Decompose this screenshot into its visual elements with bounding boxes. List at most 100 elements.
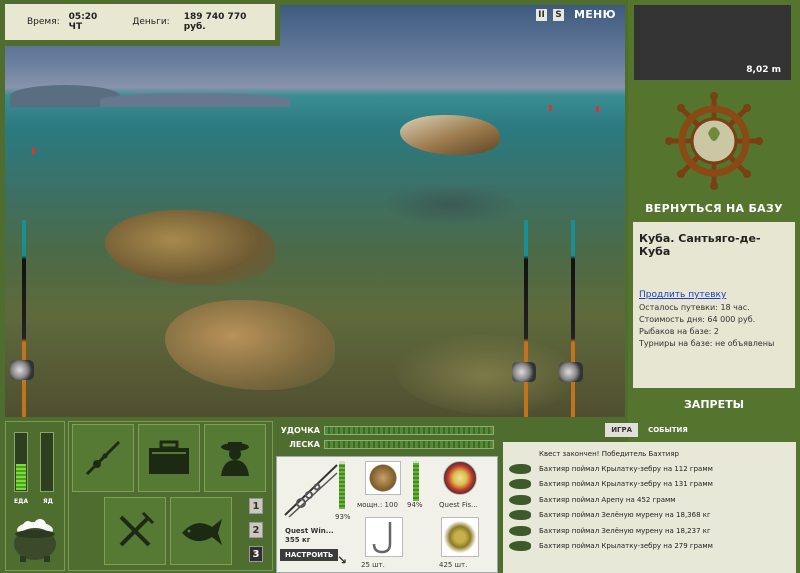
line-tension-bar xyxy=(324,439,494,449)
line-name: Quest Fis... xyxy=(439,501,478,509)
hooks-count: 25 шт. xyxy=(361,561,385,569)
events-panel: ИГРА СОБЫТИЯ Квест закончен! Победитель … xyxy=(503,420,796,573)
list-item: Бахтияр поймал Зелёную мурену на 18,368 … xyxy=(509,508,790,524)
extend-permit-link[interactable]: Продлить путевку xyxy=(639,290,789,300)
rod-label: УДОЧКА xyxy=(280,425,320,435)
rod-icon xyxy=(85,440,121,476)
list-item: Бахтияр поймал Крылатку-зебру на 279 гра… xyxy=(509,539,790,555)
location-title: Куба. Сантьяго-де-Куба xyxy=(639,232,761,258)
info-line: Рыбаков на базе: 2 xyxy=(639,327,719,336)
time-label: Время: xyxy=(27,17,60,27)
events-list: Квест закончен! Победитель Бахтияр Бахти… xyxy=(503,442,796,573)
depth-display: 8,02 m xyxy=(634,5,791,80)
reel-percent: 94% xyxy=(407,501,423,509)
info-line: Осталось путевки: 18 час. xyxy=(639,303,750,312)
tab-events[interactable]: СОБЫТИЯ xyxy=(642,423,694,437)
reel-power: мощн.: 100 xyxy=(357,501,398,509)
pause-button[interactable]: II xyxy=(536,8,547,21)
underwater-rock xyxy=(395,335,575,415)
underwater-rock xyxy=(105,210,275,285)
tackle-box-button[interactable] xyxy=(138,424,200,492)
tackle-slots: 93% Quest Win... 355 кг ↘ НАСТРОИТЬ мощн… xyxy=(276,456,498,573)
underwater-rock xyxy=(165,300,335,390)
fisherman-icon xyxy=(221,442,249,476)
bait-slot[interactable]: 425 шт. xyxy=(429,515,497,571)
fish-icon xyxy=(509,463,531,474)
food-bar-fill xyxy=(16,463,26,490)
reel-slot[interactable]: мощн.: 100 94% xyxy=(355,459,425,511)
menu-button[interactable]: МЕНЮ xyxy=(574,8,616,21)
fish-catch-button[interactable] xyxy=(170,497,232,565)
rod-number-3[interactable]: 3 xyxy=(249,546,263,562)
fishing-rod-3[interactable] xyxy=(571,220,575,417)
fishing-rod-2[interactable] xyxy=(524,220,528,417)
ship-wheel-graphic xyxy=(665,92,763,190)
reel-icon xyxy=(10,360,34,380)
line-spool-icon xyxy=(443,461,477,495)
poison-bar xyxy=(40,432,54,492)
ship-wheel-icon[interactable] xyxy=(628,86,800,196)
reel-slot-icon xyxy=(365,461,401,495)
cauldron-icon[interactable] xyxy=(10,514,60,564)
bait-icon xyxy=(441,517,479,557)
list-item: Бахтияр поймал Крылатку-зебру на 112 гра… xyxy=(509,461,790,477)
tab-game[interactable]: ИГРА xyxy=(605,423,639,437)
rod-weight: 355 кг xyxy=(285,536,311,544)
rod-slot-icon xyxy=(284,464,338,518)
hook-slot[interactable]: 25 шт. xyxy=(355,515,425,571)
rock-island xyxy=(400,115,500,155)
line-slot[interactable]: Quest Fis... xyxy=(429,459,497,511)
bait-count: 425 шт. xyxy=(439,561,468,569)
buoy-float[interactable] xyxy=(32,148,35,154)
list-item: Бахтияр поймал Крылатку-зебру на 131 гра… xyxy=(509,477,790,493)
buoy-float[interactable] xyxy=(549,105,552,111)
reel-icon xyxy=(559,362,583,382)
rod-name: Quest Win... xyxy=(285,527,334,535)
list-item: Бахтияр поймал Арепу на 452 грамм xyxy=(509,492,790,508)
top-controls: II S МЕНЮ xyxy=(536,8,616,21)
money-label: Деньги: xyxy=(132,17,170,27)
location-info: Куба. Сантьяго-де-Куба Продлить путевку … xyxy=(633,222,795,388)
money-value: 189 740 770 руб. xyxy=(183,12,247,32)
rod-number-1[interactable]: 1 xyxy=(249,498,263,514)
sound-button[interactable]: S xyxy=(553,8,564,21)
return-to-base-button[interactable]: ВЕРНУТЬСЯ НА БАЗУ xyxy=(628,202,800,215)
rod-condition-bar xyxy=(339,461,345,509)
fish-icon xyxy=(509,510,531,521)
reel-icon xyxy=(512,362,536,382)
rod-tension-bar xyxy=(324,425,494,435)
top-hud: Время: 05:20 ЧТ Деньги: 189 740 770 руб. xyxy=(0,0,280,46)
events-tabs: ИГРА СОБЫТИЯ xyxy=(503,420,796,440)
quest-message: Квест закончен! Победитель Бахтияр xyxy=(539,449,679,458)
fish-icon xyxy=(509,494,531,505)
fisherman-button[interactable] xyxy=(204,424,266,492)
rod-percent: 93% xyxy=(335,513,351,521)
buoy-float[interactable] xyxy=(596,106,599,112)
fishing-rod-1[interactable] xyxy=(22,220,26,417)
reel-condition-bar xyxy=(413,461,419,501)
setup-button[interactable]: НАСТРОИТЬ xyxy=(280,549,339,561)
fish-icon xyxy=(509,525,531,536)
distant-mountain xyxy=(100,93,290,107)
time-value: 05:20 ЧТ xyxy=(68,12,98,32)
info-line: Стоимость дня: 64 000 руб. xyxy=(639,315,756,324)
line-label: ЛЕСКА xyxy=(289,439,320,449)
underwater-rock xyxy=(385,185,515,225)
fork-knife-icon xyxy=(119,511,155,547)
food-label: ЕДА xyxy=(14,498,29,505)
food-button[interactable] xyxy=(104,497,166,565)
fish-icon xyxy=(182,519,222,545)
rod-number-2[interactable]: 2 xyxy=(249,522,263,538)
fishing-scene[interactable] xyxy=(5,5,625,417)
arrow-icon: ↘ xyxy=(337,553,348,567)
list-item: Бахтияр поймал Зелёную мурену на 18,237 … xyxy=(509,523,790,539)
fish-icon xyxy=(509,541,531,552)
tackle-panel: УДОЧКА ЛЕСКА 93% Quest Win... 355 кг ↘ Н… xyxy=(276,420,498,573)
bans-button[interactable]: ЗАПРЕТЫ xyxy=(628,398,800,411)
hook-icon xyxy=(365,517,403,557)
info-line: Турниры на базе: не объявлены xyxy=(639,339,775,348)
tackle-box-icon xyxy=(149,440,189,474)
rods-button[interactable] xyxy=(72,424,134,492)
poison-label: ЯД xyxy=(43,498,53,505)
food-bar xyxy=(14,432,28,492)
